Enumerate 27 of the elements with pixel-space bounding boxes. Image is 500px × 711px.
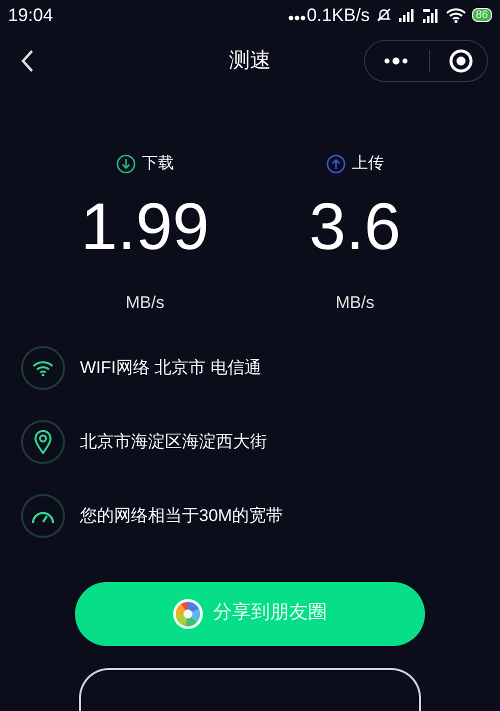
wifi-icon	[446, 7, 466, 23]
info-text: 北京市海淀区海淀西大街	[80, 430, 267, 453]
location-pin-icon	[34, 430, 52, 454]
speed-value: 3.6	[309, 190, 401, 262]
signal-icon	[398, 8, 416, 22]
status-time: 19:04	[8, 4, 54, 26]
stat-label: 下载	[142, 154, 174, 174]
speed-value: 1.99	[80, 190, 210, 262]
aperture-icon	[173, 598, 203, 628]
capsule-menu[interactable]	[364, 40, 488, 82]
info-text: 您的网络相当于30M的宽带	[80, 504, 284, 527]
battery-level: 86	[472, 8, 492, 22]
outline-button[interactable]	[79, 668, 421, 711]
more-dots-icon	[288, 15, 306, 21]
page-title: 测速	[229, 48, 271, 74]
speed-unit: MB/s	[336, 292, 374, 314]
network-speed: 0.1KB/s	[306, 4, 370, 26]
speed-unit: MB/s	[126, 292, 164, 314]
close-target-icon[interactable]	[449, 49, 473, 73]
info-text: WIFI网络 北京市 电信通	[80, 356, 262, 379]
mute-bell-icon	[376, 7, 392, 23]
wifi-icon	[32, 360, 54, 376]
more-icon[interactable]	[383, 57, 409, 65]
back-icon[interactable]	[20, 49, 34, 73]
hd-signal-icon	[422, 7, 440, 23]
share-button[interactable]: 分享到朋友圈	[75, 582, 425, 646]
stat-label: 上传	[352, 154, 384, 174]
